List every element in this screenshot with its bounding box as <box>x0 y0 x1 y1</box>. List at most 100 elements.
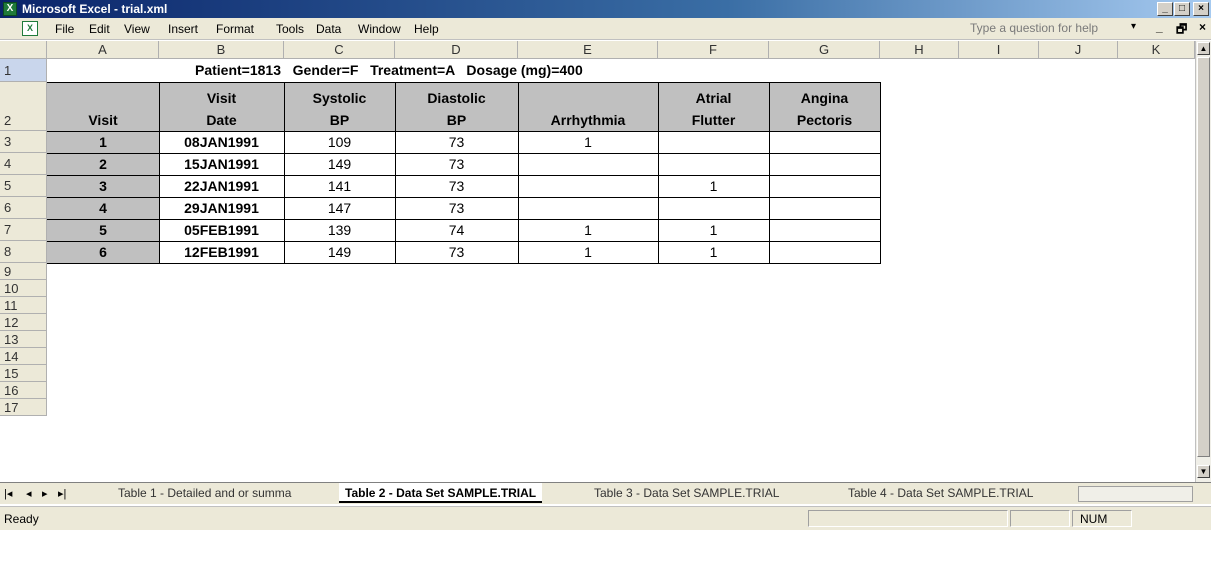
cell-systolic[interactable]: 147 <box>284 199 395 217</box>
row-header-1[interactable]: 1 <box>0 59 47 82</box>
cell-visit[interactable]: 3 <box>47 177 159 195</box>
help-dropdown-icon[interactable]: ▾ <box>1131 21 1136 32</box>
row-header-16[interactable]: 16 <box>0 382 47 399</box>
cell-systolic[interactable]: 109 <box>284 133 395 151</box>
row-header-9[interactable]: 9 <box>0 263 47 280</box>
vertical-scrollbar[interactable]: ▲ ▼ <box>1195 41 1211 482</box>
minimize-button[interactable]: _ <box>1157 2 1173 16</box>
cell-arrhythmia[interactable]: 1 <box>518 243 658 261</box>
workbook-close-button[interactable]: × <box>1199 20 1206 34</box>
column-header-j[interactable]: J <box>1039 41 1118 59</box>
select-all-corner[interactable] <box>0 41 47 59</box>
column-header-g[interactable]: G <box>769 41 880 59</box>
row-header-3[interactable]: 3 <box>0 131 47 153</box>
menu-help[interactable]: Help <box>414 22 439 36</box>
workbook-restore-button[interactable]: 🗗 <box>1176 20 1187 41</box>
header-systolic-line1[interactable]: Systolic <box>284 89 395 107</box>
sheet-tab-2[interactable]: Table 2 - Data Set SAMPLE.TRIAL <box>339 483 543 503</box>
cell-systolic[interactable]: 149 <box>284 243 395 261</box>
header-arrhythmia[interactable]: Arrhythmia <box>518 111 658 129</box>
column-header-d[interactable]: D <box>395 41 518 59</box>
patient-info-header[interactable]: Patient=1813 Gender=F Treatment=A Dosage… <box>159 61 819 79</box>
workbook-minimize-button[interactable]: _ <box>1156 20 1163 34</box>
cell-arrhythmia[interactable]: 1 <box>518 221 658 239</box>
menu-tools[interactable]: Tools <box>276 22 304 36</box>
menu-view[interactable]: View <box>124 22 150 36</box>
row-header-5[interactable]: 5 <box>0 175 47 197</box>
row-header-15[interactable]: 15 <box>0 365 47 382</box>
help-search-input[interactable]: Type a question for help <box>970 21 1120 37</box>
header-angina-line1[interactable]: Angina <box>769 89 880 107</box>
cell-atrial-flutter[interactable]: 1 <box>658 221 769 239</box>
header-diastolic-line1[interactable]: Diastolic <box>395 89 518 107</box>
menu-format[interactable]: Format <box>216 22 254 36</box>
row-header-12[interactable]: 12 <box>0 314 47 331</box>
header-atrial-line2[interactable]: Flutter <box>658 111 769 129</box>
close-button[interactable]: × <box>1193 2 1209 16</box>
column-header-e[interactable]: E <box>518 41 658 59</box>
menu-file[interactable]: File <box>55 22 74 36</box>
cell-date[interactable]: 22JAN1991 <box>159 177 284 195</box>
header-visit-date-line1[interactable]: Visit <box>159 89 284 107</box>
header-angina-line2[interactable]: Pectoris <box>769 111 880 129</box>
menu-data[interactable]: Data <box>316 22 341 36</box>
column-header-h[interactable]: H <box>880 41 959 59</box>
prev-sheet-icon[interactable]: ◂ <box>26 487 32 500</box>
row-header-6[interactable]: 6 <box>0 197 47 219</box>
scroll-up-icon[interactable]: ▲ <box>1197 42 1210 55</box>
header-systolic-line2[interactable]: BP <box>284 111 395 129</box>
sheet-tab-3[interactable]: Table 3 - Data Set SAMPLE.TRIAL <box>594 483 779 503</box>
cell-date[interactable]: 29JAN1991 <box>159 199 284 217</box>
cell-visit[interactable]: 1 <box>47 133 159 151</box>
excel-app-icon[interactable]: X <box>3 2 17 16</box>
row-header-14[interactable]: 14 <box>0 348 47 365</box>
cell-systolic[interactable]: 149 <box>284 155 395 173</box>
workbook-icon[interactable]: X <box>22 21 38 36</box>
menu-window[interactable]: Window <box>358 22 401 36</box>
sheet-tab-1[interactable]: Table 1 - Detailed and or summa <box>118 483 291 503</box>
row-header-4[interactable]: 4 <box>0 153 47 175</box>
row-header-8[interactable]: 8 <box>0 241 47 263</box>
cell-visit[interactable]: 5 <box>47 221 159 239</box>
cell-arrhythmia[interactable]: 1 <box>518 133 658 151</box>
row-header-10[interactable]: 10 <box>0 280 47 297</box>
cell-diastolic[interactable]: 73 <box>395 177 518 195</box>
cell-diastolic[interactable]: 74 <box>395 221 518 239</box>
cell-date[interactable]: 15JAN1991 <box>159 155 284 173</box>
cell-atrial-flutter[interactable]: 1 <box>658 243 769 261</box>
cell-diastolic[interactable]: 73 <box>395 155 518 173</box>
row-header-17[interactable]: 17 <box>0 399 47 416</box>
cell-atrial-flutter[interactable]: 1 <box>658 177 769 195</box>
header-atrial-line1[interactable]: Atrial <box>658 89 769 107</box>
sheet-tab-4[interactable]: Table 4 - Data Set SAMPLE.TRIAL <box>848 483 1033 503</box>
header-visit[interactable]: Visit <box>47 111 159 129</box>
row-header-13[interactable]: 13 <box>0 331 47 348</box>
cell-systolic[interactable]: 141 <box>284 177 395 195</box>
cell-diastolic[interactable]: 73 <box>395 243 518 261</box>
cell-date[interactable]: 12FEB1991 <box>159 243 284 261</box>
cell-visit[interactable]: 4 <box>47 199 159 217</box>
scroll-thumb[interactable] <box>1197 57 1210 457</box>
maximize-button[interactable]: □ <box>1174 2 1190 16</box>
scroll-down-icon[interactable]: ▼ <box>1197 465 1210 478</box>
cell-visit[interactable]: 2 <box>47 155 159 173</box>
column-header-a[interactable]: A <box>47 41 159 59</box>
column-header-c[interactable]: C <box>284 41 395 59</box>
cell-systolic[interactable]: 139 <box>284 221 395 239</box>
column-header-i[interactable]: I <box>959 41 1039 59</box>
row-header-11[interactable]: 11 <box>0 297 47 314</box>
first-sheet-icon[interactable]: |◂ <box>4 487 12 500</box>
row-header-7[interactable]: 7 <box>0 219 47 241</box>
header-visit-date-line2[interactable]: Date <box>159 111 284 129</box>
cell-diastolic[interactable]: 73 <box>395 133 518 151</box>
cell-diastolic[interactable]: 73 <box>395 199 518 217</box>
header-diastolic-line2[interactable]: BP <box>395 111 518 129</box>
horizontal-scrollbar[interactable] <box>1078 486 1193 502</box>
cell-date[interactable]: 05FEB1991 <box>159 221 284 239</box>
column-header-f[interactable]: F <box>658 41 769 59</box>
row-header-2[interactable]: 2 <box>0 82 47 131</box>
cell-visit[interactable]: 6 <box>47 243 159 261</box>
cell-date[interactable]: 08JAN1991 <box>159 133 284 151</box>
column-header-b[interactable]: B <box>159 41 284 59</box>
menu-edit[interactable]: Edit <box>89 22 110 36</box>
